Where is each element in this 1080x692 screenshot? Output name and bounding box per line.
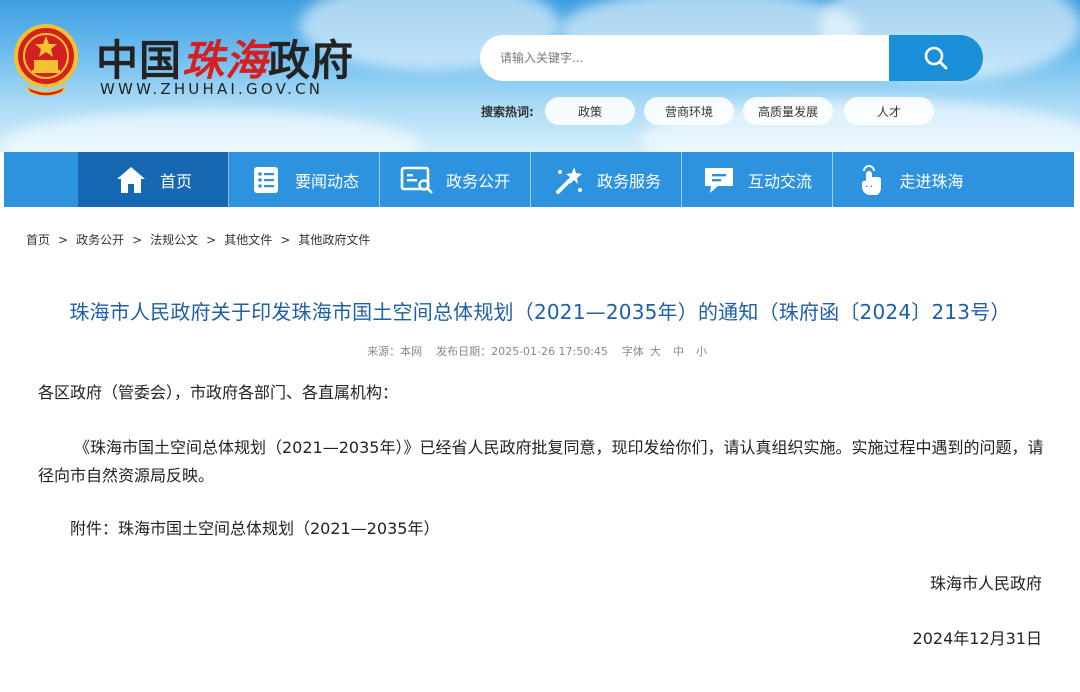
- news-icon: [249, 163, 283, 197]
- hot-word-tag[interactable]: 高质量发展: [743, 97, 833, 125]
- nav-item-about[interactable]: 走进珠海: [833, 152, 984, 207]
- search-icon: [924, 46, 948, 70]
- article-body-paragraph: 《珠海市国土空间总体规划（2021—2035年）》已经省人民政府批复同意，现印发…: [38, 438, 1044, 485]
- nav-item-label: 政务服务: [596, 171, 661, 191]
- breadcrumb-item-home[interactable]: 首页: [26, 233, 50, 247]
- article-publish-date: 发布日期：2025-01-26 17:50:45: [436, 345, 608, 358]
- article-signature: 珠海市人民政府: [929, 574, 1042, 593]
- font-size-label: 字体: [621, 345, 644, 358]
- article-meta: 来源：本网 发布日期：2025-01-26 17:50:45 字体大中小: [0, 343, 1080, 359]
- nav-item-label: 互动交流: [747, 171, 812, 191]
- font-size-medium-button[interactable]: 中: [673, 345, 684, 358]
- article-attachment-link[interactable]: 附件：珠海市国土空间总体规划（2021—2035年）: [70, 515, 439, 543]
- breadcrumb-item[interactable]: 法规公文: [150, 233, 198, 247]
- breadcrumb-item[interactable]: 其他文件: [224, 233, 272, 247]
- disclosure-icon: [400, 163, 434, 197]
- article-title: 珠海市人民政府关于印发珠海市国土空间总体规划（2021—2035年）的通知（珠府…: [69, 300, 1011, 324]
- site-url: WWW.ZHUHAI.GOV.CN: [100, 80, 324, 98]
- main-nav: 首页 要闻动态 政务公开 政务服务 互动交流 走进珠海: [4, 152, 1074, 207]
- site-header: 中国珠海政府 WWW.ZHUHAI.GOV.CN 搜索热词: 政策 营商环境 高…: [0, 0, 1080, 152]
- nav-item-home[interactable]: 首页: [78, 152, 229, 207]
- national-emblem-icon: [14, 24, 78, 96]
- font-size-large-button[interactable]: 大: [650, 345, 661, 358]
- nav-item-label: 要闻动态: [294, 171, 359, 191]
- service-icon: [551, 163, 585, 197]
- article-source: 来源：本网: [367, 345, 423, 358]
- search-box: [480, 35, 890, 81]
- hot-words-label: 搜索热词:: [481, 105, 534, 119]
- breadcrumb-separator: >: [58, 233, 69, 247]
- site-title-part: 中国: [96, 36, 183, 85]
- article-salutation: 各区政府（管委会），市政府各部门、各直属机构：: [38, 383, 399, 402]
- breadcrumb-item-current[interactable]: 其他政府文件: [298, 233, 370, 247]
- article-date: 2024年12月31日: [912, 629, 1042, 648]
- nav-item-news[interactable]: 要闻动态: [229, 152, 380, 207]
- search-input[interactable]: [480, 35, 890, 81]
- search-button[interactable]: [889, 35, 983, 81]
- hot-word-tag[interactable]: 政策: [545, 97, 635, 125]
- chat-icon: [702, 163, 736, 197]
- nav-item-label: 政务公开: [445, 171, 510, 191]
- nav-item-interaction[interactable]: 互动交流: [682, 152, 833, 207]
- nav-item-label: 走进珠海: [899, 171, 964, 191]
- font-size-small-button[interactable]: 小: [696, 345, 707, 358]
- breadcrumb-item[interactable]: 政务公开: [76, 233, 124, 247]
- home-icon: [114, 163, 148, 197]
- site-title-part: 政府: [268, 36, 355, 85]
- breadcrumb: 首页 > 政务公开 > 法规公文 > 其他文件 > 其他政府文件: [26, 231, 370, 248]
- breadcrumb-separator: >: [132, 233, 143, 247]
- site-title[interactable]: 中国珠海政府: [96, 27, 354, 88]
- breadcrumb-separator: >: [280, 233, 291, 247]
- nav-item-service[interactable]: 政务服务: [531, 152, 682, 207]
- breadcrumb-separator: >: [206, 233, 217, 247]
- hot-word-tag[interactable]: 人才: [844, 97, 934, 125]
- hand-pointer-icon: [853, 163, 887, 197]
- hot-word-tag[interactable]: 营商环境: [644, 97, 734, 125]
- site-title-city: 珠海: [182, 36, 269, 85]
- nav-item-disclosure[interactable]: 政务公开: [380, 152, 531, 207]
- nav-item-label: 首页: [159, 171, 192, 191]
